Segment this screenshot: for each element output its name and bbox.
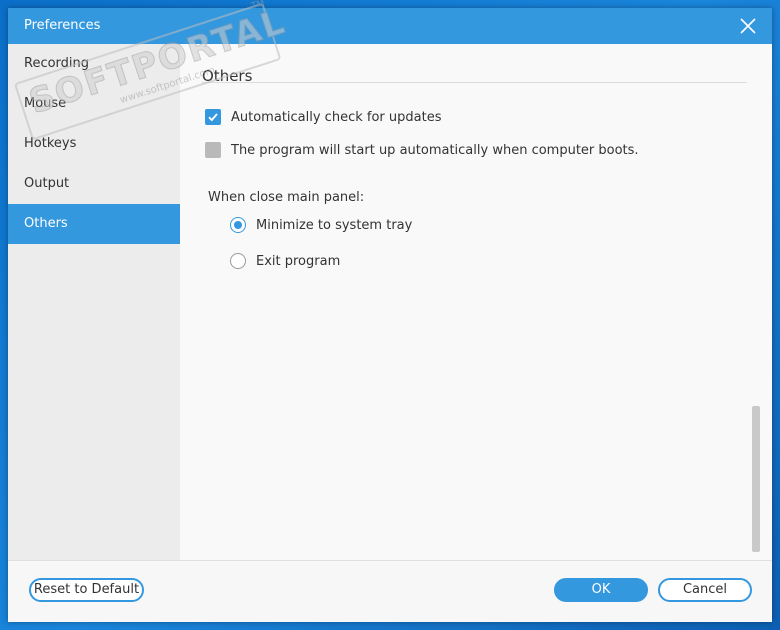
check-icon [208, 113, 218, 122]
close-icon [740, 18, 756, 34]
ok-button[interactable]: OK [554, 578, 648, 602]
sidebar-item-hotkeys[interactable]: Hotkeys [8, 124, 180, 164]
radio-exit-program[interactable]: Exit program [230, 253, 340, 269]
checkbox-checked [205, 109, 221, 125]
sidebar-item-label: Output [24, 176, 70, 191]
cancel-button[interactable]: Cancel [658, 578, 752, 602]
radio-selected [230, 217, 246, 233]
auto-update-checkbox[interactable]: Automatically check for updates [205, 109, 441, 125]
close-panel-group-label: When close main panel: [208, 190, 365, 205]
auto-update-label: Automatically check for updates [231, 109, 442, 125]
reset-to-default-button[interactable]: Reset to Default [29, 578, 144, 602]
radio-label: Minimize to system tray [256, 217, 413, 233]
sidebar-item-mouse[interactable]: Mouse [8, 84, 180, 124]
sidebar-item-label: Recording [24, 56, 90, 71]
footer-bar: Reset to Default OK Cancel [8, 560, 772, 622]
auto-start-label: The program will start up automatically … [231, 142, 639, 158]
sidebar-item-label: Mouse [24, 96, 67, 111]
checkbox-unchecked [205, 142, 221, 158]
vertical-scrollbar[interactable] [752, 406, 760, 552]
radio-minimize-to-tray[interactable]: Minimize to system tray [230, 217, 412, 233]
content-panel: Others Automatically check for updates T… [180, 44, 772, 560]
radio-label: Exit program [256, 253, 341, 269]
section-divider [202, 82, 747, 83]
sidebar-item-recording[interactable]: Recording [8, 44, 180, 84]
sidebar-item-label: Others [24, 216, 68, 231]
auto-start-checkbox[interactable]: The program will start up automatically … [205, 142, 639, 158]
title-bar: Preferences [8, 8, 772, 44]
sidebar: Recording Mouse Hotkeys Output Others [8, 44, 180, 560]
sidebar-item-others[interactable]: Others [8, 204, 180, 244]
close-button[interactable] [736, 14, 760, 38]
sidebar-item-output[interactable]: Output [8, 164, 180, 204]
sidebar-item-label: Hotkeys [24, 136, 77, 151]
radio-unselected [230, 253, 246, 269]
window-title: Preferences [24, 18, 101, 33]
preferences-dialog: Preferences Recording Mouse Hotkeys Outp… [8, 8, 772, 622]
